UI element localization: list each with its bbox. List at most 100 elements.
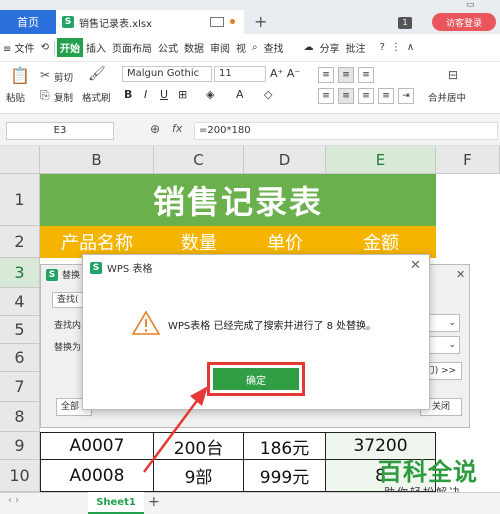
format-painter-label[interactable]: 格式刷 <box>82 90 111 104</box>
font-size-select[interactable]: 11 <box>214 66 266 82</box>
find-dropdown[interactable]: ⌄ <box>426 314 460 332</box>
cut-icon[interactable]: ✂ <box>40 68 50 82</box>
row-header-4[interactable]: 4 <box>0 288 40 316</box>
badge-count[interactable]: 1 <box>398 17 412 29</box>
tab-formula[interactable]: 公式 <box>155 40 181 55</box>
row-header-8[interactable]: 8 <box>0 402 40 432</box>
close-icon[interactable]: ✕ <box>456 268 465 281</box>
dialog-close-icon[interactable]: ✕ <box>410 258 421 273</box>
chevron-down-icon: ⌄ <box>448 318 456 328</box>
paste-icon[interactable]: 📋 <box>10 66 30 85</box>
comment-label[interactable]: 批注 <box>343 40 369 55</box>
dialog-message: WPS表格 已经完成了搜索并进行了 8 处替换。 <box>168 321 377 332</box>
column-header-d[interactable]: D <box>244 146 326 174</box>
collapse-icon[interactable]: ∧ <box>404 42 417 53</box>
annotation-arrow <box>142 386 208 473</box>
italic-icon[interactable]: I <box>144 88 147 101</box>
row-header-3[interactable]: 3 <box>0 258 40 288</box>
row-header-5[interactable]: 5 <box>0 316 40 344</box>
column-header-e[interactable]: E <box>326 146 436 174</box>
align-left-icon[interactable]: ≡ <box>318 88 334 104</box>
find-what-label: 查找内 <box>54 321 82 331</box>
zoom-icon[interactable]: ⊕ <box>150 122 160 136</box>
row-header-6[interactable]: 6 <box>0 344 40 372</box>
menu-bar: ≡ 文件 ⟲ 开始 插入 页面布局 公式 数据 审阅 视 ⌕ 查找 ☁ 分享 批… <box>0 34 500 62</box>
tab-view[interactable]: 视 <box>233 40 249 55</box>
table-cell[interactable]: 186元 <box>244 432 326 460</box>
font-color-icon[interactable]: A <box>236 88 244 101</box>
sheet-nav-icon[interactable]: ‹ › <box>8 495 19 506</box>
copy-icon[interactable]: ⎘ <box>40 88 50 103</box>
corner-select[interactable] <box>0 146 40 174</box>
chevron-down-icon: ⌄ <box>448 340 456 350</box>
merge-icon[interactable]: ⊟ <box>448 68 458 82</box>
dialog-title-text: WPS 表格 <box>107 264 153 275</box>
cut-label[interactable]: 剪切 <box>54 70 73 84</box>
fill-color-icon[interactable]: ◈ <box>206 88 214 101</box>
visitor-login-button[interactable]: 访客登录 <box>432 13 496 31</box>
row-header-2[interactable]: 2 <box>0 226 40 258</box>
new-tab-icon[interactable]: + <box>254 12 267 31</box>
more-icon[interactable]: ⋮ <box>388 42 404 53</box>
column-header-f[interactable]: F <box>436 146 500 174</box>
format-painter-icon[interactable]: 🖌 <box>88 66 106 82</box>
find-label[interactable]: 查找 <box>261 40 287 55</box>
warning-icon <box>132 310 160 335</box>
row-header-9[interactable]: 9 <box>0 432 40 460</box>
merge-label[interactable]: 合并居中 <box>428 90 466 104</box>
align-right-icon[interactable]: ≡ <box>358 88 374 104</box>
watermark-title: 百科全说 <box>378 458 478 486</box>
copy-label[interactable]: 复制 <box>54 90 73 104</box>
search-icon[interactable]: ⌕ <box>249 42 261 53</box>
sheet-icon: S <box>62 16 74 28</box>
row-header-10[interactable]: 10 <box>0 460 40 492</box>
align-center-icon[interactable]: ≡ <box>338 88 354 104</box>
paste-label[interactable]: 粘贴 <box>6 90 25 104</box>
home-tab[interactable]: 首页 <box>0 10 56 34</box>
distributed-icon[interactable]: ≡ <box>378 88 394 104</box>
column-header-c[interactable]: C <box>154 146 244 174</box>
find-replace-title: S 替换 <box>46 268 80 281</box>
sheet-tab[interactable]: Sheet1 <box>88 492 144 514</box>
tab-insert[interactable]: 插入 <box>83 40 109 55</box>
window-controls-icon[interactable]: ▭ <box>466 0 475 10</box>
align-top-icon[interactable]: ≡ <box>318 67 334 83</box>
add-sheet-icon[interactable]: + <box>148 494 160 510</box>
help-icon[interactable]: ? <box>377 42 388 53</box>
column-header-b[interactable]: B <box>40 146 154 174</box>
indent-icon[interactable]: ⇥ <box>398 88 414 104</box>
tab-start[interactable]: 开始 <box>56 38 83 57</box>
ok-button[interactable]: 确定 <box>213 368 299 390</box>
font-name-value: Malgun Gothic <box>127 68 200 79</box>
share-label[interactable]: 分享 <box>317 40 343 55</box>
wps-logo-icon: S <box>90 261 102 274</box>
name-box[interactable]: E3 <box>6 122 114 140</box>
menu-file[interactable]: ≡ 文件 <box>0 40 38 55</box>
row-header-7[interactable]: 7 <box>0 372 40 402</box>
cloud-icon[interactable]: ☁ <box>301 42 317 53</box>
tab-data[interactable]: 数据 <box>181 40 207 55</box>
table-cell[interactable]: 999元 <box>244 460 326 492</box>
formula-input[interactable]: =200*180 <box>194 122 498 140</box>
replace-dropdown[interactable]: ⌄ <box>426 336 460 354</box>
tab-page-layout[interactable]: 页面布局 <box>109 40 155 55</box>
grow-font-icon[interactable]: A⁺ A⁻ <box>270 67 300 80</box>
sheet-bar <box>0 492 500 514</box>
fx-icon[interactable]: fx <box>172 122 182 135</box>
font-size-value: 11 <box>219 68 232 79</box>
align-bottom-icon[interactable]: ≡ <box>358 67 374 83</box>
bold-icon[interactable]: B <box>124 88 132 101</box>
sheet-icon: S <box>46 268 58 281</box>
border-icon[interactable]: ⊞ <box>178 88 187 101</box>
row-header-1[interactable]: 1 <box>0 174 40 226</box>
undo-icon[interactable]: ⟲ <box>38 42 52 53</box>
clear-format-icon[interactable]: ◇ <box>264 88 272 101</box>
font-name-select[interactable]: Malgun Gothic <box>122 66 212 82</box>
monitor-icon[interactable] <box>210 17 224 27</box>
sheet-title-cell[interactable]: 销售记录表 <box>40 174 436 226</box>
divider <box>53 40 55 55</box>
underline-icon[interactable]: U <box>160 88 168 101</box>
align-middle-icon[interactable]: ≡ <box>338 67 354 83</box>
tab-review[interactable]: 审阅 <box>207 40 233 55</box>
document-tab-label: 销售记录表.xlsx <box>79 18 153 30</box>
